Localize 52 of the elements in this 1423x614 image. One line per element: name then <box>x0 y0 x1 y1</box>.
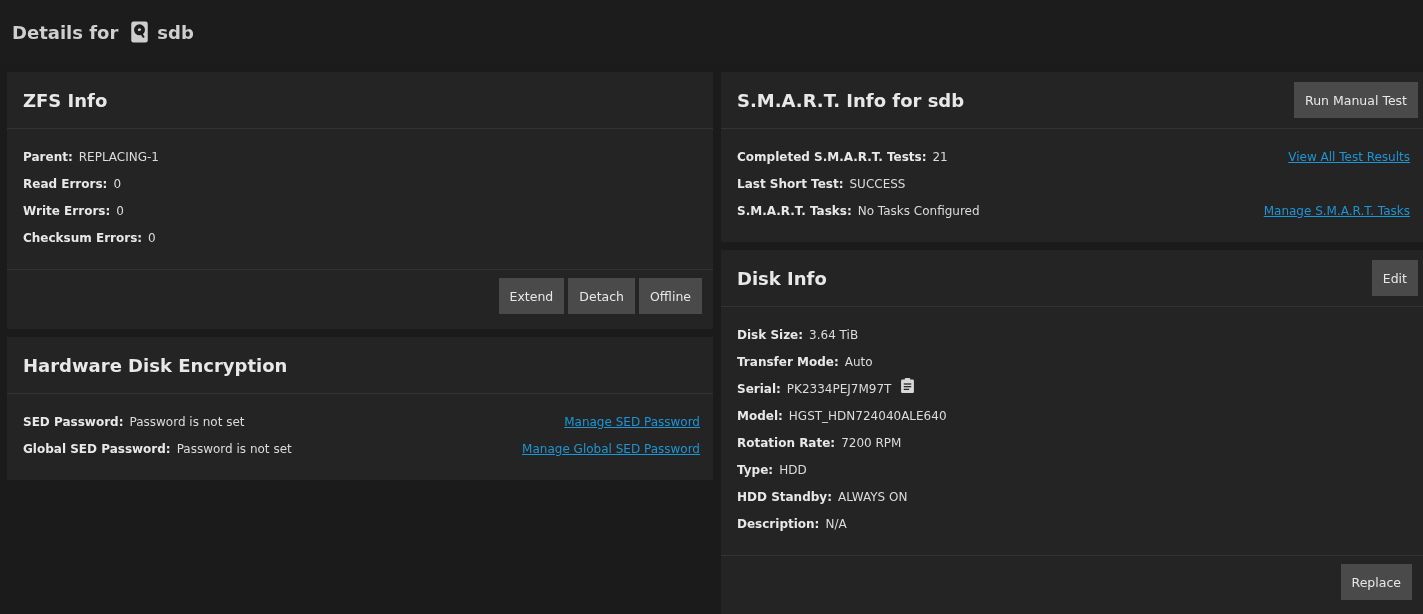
action-button[interactable]: Extend <box>498 278 565 314</box>
field-label: Rotation Rate: <box>737 435 836 450</box>
field-value: HDD <box>779 462 807 477</box>
field-label: HDD Standby: <box>737 489 832 504</box>
field-label: Transfer Mode: <box>737 354 839 369</box>
field-label: Write Errors: <box>23 203 111 218</box>
header-button[interactable]: Edit <box>1371 260 1418 296</box>
field-label: Checksum Errors: <box>23 230 143 245</box>
field-value: 0 <box>148 230 156 245</box>
action-button[interactable]: Detach <box>568 278 635 314</box>
link[interactable]: Manage SED Password <box>564 414 700 429</box>
link[interactable]: View All Test Results <box>1288 149 1410 164</box>
field-value: Auto <box>844 354 873 369</box>
action-button[interactable]: Offline <box>639 278 702 314</box>
field-label: Serial: <box>737 381 781 396</box>
field-label: Type: <box>737 462 774 477</box>
field-value: 21 <box>932 149 948 164</box>
field-label: Model: <box>737 408 783 423</box>
field-value: REPLACING-1 <box>78 149 159 164</box>
hard-drive-icon <box>130 21 150 43</box>
field-label: SED Password: <box>23 414 124 429</box>
field-label: Description: <box>737 516 820 531</box>
link[interactable]: Manage Global SED Password <box>522 441 700 456</box>
page-title: Details for <box>12 21 119 43</box>
field-label: Disk Size: <box>737 327 804 342</box>
field-value: 0 <box>116 203 124 218</box>
field-label: Global SED Password: <box>23 441 171 456</box>
field-value: N/A <box>825 516 847 531</box>
field-label: Parent: <box>23 149 73 164</box>
field-value: Password is not set <box>129 414 245 429</box>
field-value: 3.64 TiB <box>809 327 859 342</box>
field-label: Completed S.M.A.R.T. Tests: <box>737 149 927 164</box>
field-value: ALWAYS ON <box>837 489 908 504</box>
card-title: S.M.A.R.T. Info for sdb <box>737 89 965 111</box>
card-title: ZFS Info <box>23 89 108 111</box>
field-value: SUCCESS <box>849 176 906 191</box>
field-label: Last Short Test: <box>737 176 844 191</box>
card-title: Hardware Disk Encryption <box>23 354 288 376</box>
field-value: PK2334PEJ7M97T <box>786 381 892 396</box>
action-button[interactable]: Replace <box>1340 564 1412 600</box>
field-value: Password is not set <box>176 441 292 456</box>
field-value: 7200 RPM <box>841 435 902 450</box>
field-label: S.M.A.R.T. Tasks: <box>737 203 852 218</box>
card-title: Disk Info <box>737 267 827 289</box>
field-label: Read Errors: <box>23 176 108 191</box>
clipboard-icon[interactable] <box>901 378 915 393</box>
link[interactable]: Manage S.M.A.R.T. Tasks <box>1263 203 1410 218</box>
field-value: HGST_HDN724040ALE640 <box>788 408 947 423</box>
field-value: 0 <box>113 176 122 191</box>
field-value: No Tasks Configured <box>857 203 980 218</box>
header-button[interactable]: Run Manual Test <box>1294 82 1418 118</box>
disk-name: sdb <box>157 21 194 43</box>
